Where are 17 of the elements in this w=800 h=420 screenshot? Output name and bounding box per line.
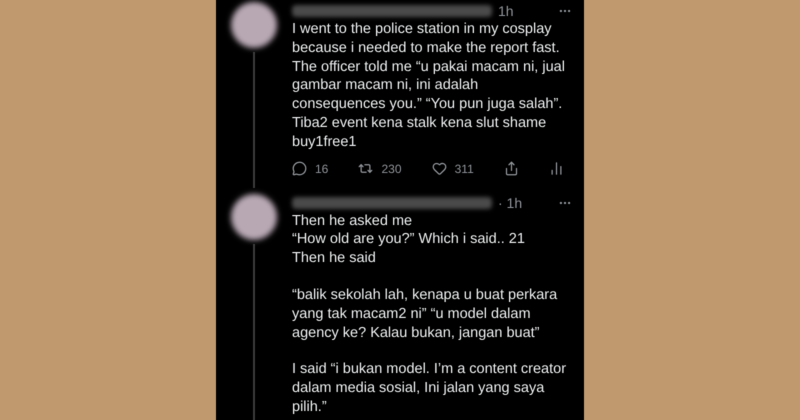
reply-button[interactable]: 16 [292,160,328,178]
timestamp: 1h [498,4,514,18]
tweet-text: “balik sekolah lah, kenapa u buat perkara yang tak macam2 ni” “u model dalam agency ke? Kalau bukan, jangan buat” [292,286,558,342]
tweet-text: I went to the police station in my cosplay because i needed to make the report fast. The officer told me “u pakai macam ni, jual gambar macam ni, ini adalah consequences you.” “You pun juga salah”. Tiba2 event kena stalk kena slut shame buy1free1 [292,20,566,152]
bar-chart-icon [548,161,564,176]
tweet-text: I said “i bukan model. I’m a content creator dalam media sosial, Ini jalan yang saya pilih.” [292,360,568,417]
like-button[interactable]: 311 [432,160,474,178]
heart-icon [432,161,447,176]
reply-icon [292,161,307,176]
analytics-button[interactable] [548,161,564,176]
tweet-text: Then he asked me “How old are you?” Which i said.. 21 Then he said [292,212,526,268]
timestamp: · 1h [498,196,522,210]
avatar[interactable] [231,194,277,240]
share-icon [504,161,519,176]
avatar[interactable] [231,2,277,48]
retweet-button[interactable]: 230 [358,160,402,178]
share-button[interactable] [504,161,519,176]
